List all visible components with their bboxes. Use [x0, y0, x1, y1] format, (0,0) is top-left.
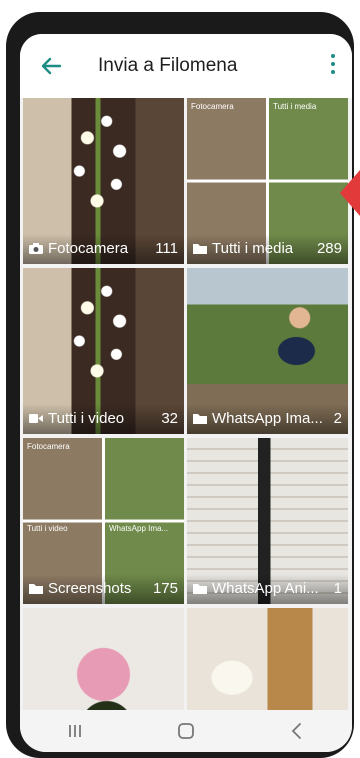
red-pointer-arrow-icon	[340, 170, 360, 216]
mini-label: Fotocamera	[191, 102, 234, 111]
page-title: Invia a Filomena	[98, 55, 238, 76]
album-name: Screenshots	[48, 580, 132, 597]
album-count: 175	[152, 580, 178, 597]
album-tile-fotocamera[interactable]: Fotocamera 111	[23, 98, 184, 264]
mini-label: Fotocamera	[27, 442, 70, 451]
album-caption: Fotocamera 111	[23, 234, 184, 264]
album-caption: Tutti i video 32	[23, 404, 184, 434]
album-tile-screenshots[interactable]: Fotocamera Tutti i video WhatsApp Ima...…	[23, 438, 184, 604]
album-caption: WhatsApp Ani... 1	[187, 574, 348, 604]
system-nav-bar	[20, 710, 352, 752]
album-tile-whatsapp-images[interactable]: WhatsApp Ima... 2	[187, 268, 348, 434]
album-count: 32	[161, 410, 178, 427]
album-name: WhatsApp Ima...	[212, 410, 323, 427]
back-arrow-icon[interactable]	[40, 55, 62, 77]
album-count: 1	[333, 580, 342, 597]
back-nav-icon[interactable]	[285, 721, 309, 741]
album-caption: Tutti i media 289	[187, 234, 348, 264]
album-caption: WhatsApp Ima... 2	[187, 404, 348, 434]
album-name: Fotocamera	[48, 240, 129, 257]
album-tile-orchid[interactable]	[23, 608, 184, 710]
home-icon[interactable]	[174, 721, 198, 741]
album-tile-whatsapp-animated[interactable]: WhatsApp Ani... 1	[187, 438, 348, 604]
album-tile-room[interactable]	[187, 608, 348, 710]
folder-icon	[193, 584, 207, 594]
camera-icon	[29, 243, 43, 254]
album-tile-tutti-i-media[interactable]: Fotocamera Tutti i media Tutti i media 2…	[187, 98, 348, 264]
album-name: Tutti i media	[212, 240, 294, 257]
album-count: 289	[316, 240, 342, 257]
folder-icon	[193, 414, 207, 424]
album-thumbnail	[187, 608, 348, 710]
album-name: WhatsApp Ani...	[212, 580, 319, 597]
more-options-icon[interactable]	[328, 54, 338, 78]
mini-label: WhatsApp Ima...	[109, 524, 169, 533]
app-bar: Invia a Filomena	[20, 34, 352, 98]
album-caption: Screenshots 175	[23, 574, 184, 604]
folder-icon	[193, 244, 207, 254]
mini-label: Tutti i video	[27, 524, 68, 533]
video-icon	[29, 414, 43, 423]
album-name: Tutti i video	[48, 410, 125, 427]
app-screen: Invia a Filomena Fotocamera 111 Fotocame…	[20, 34, 352, 752]
album-count: 111	[155, 240, 178, 257]
album-tile-tutti-i-video[interactable]: Tutti i video 32	[23, 268, 184, 434]
mini-label: Tutti i media	[273, 102, 317, 111]
recents-icon[interactable]	[63, 721, 87, 741]
album-grid: Fotocamera 111 Fotocamera Tutti i media …	[23, 98, 352, 710]
album-thumbnail	[23, 608, 184, 710]
folder-icon	[29, 584, 43, 594]
album-count: 2	[333, 410, 342, 427]
phone-frame: Invia a Filomena Fotocamera 111 Fotocame…	[6, 12, 354, 758]
